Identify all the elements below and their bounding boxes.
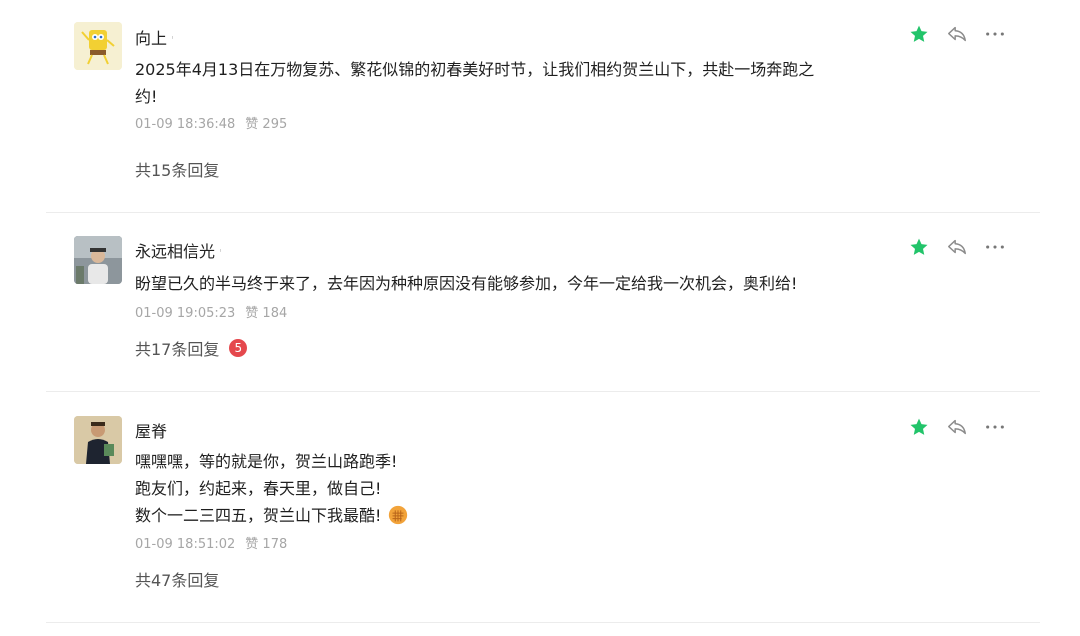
more-button[interactable] <box>982 21 1008 47</box>
comment-line: 跑友们，约起来，春天里，做自己! <box>135 479 382 498</box>
comment-line: 嘿嘿嘿，等的就是你，贺兰山路跑季! <box>135 452 398 471</box>
star-button[interactable] <box>906 21 932 47</box>
avatar[interactable] <box>74 22 122 70</box>
comment-line: 2025年4月13日在万物复苏、繁花似锦的初春美好时节，让我们相约贺兰山下，共赴… <box>135 60 815 79</box>
comment-meta: 01-09 18:51:02 赞 178 <box>135 533 287 552</box>
comment-content: 嘿嘿嘿，等的就是你，贺兰山路跑季! 跑友们，约起来，春天里，做自己! 数个一二三… <box>135 448 835 529</box>
comment-time: 01-09 18:51:02 <box>135 537 236 552</box>
reply-button[interactable] <box>944 234 970 260</box>
user-name[interactable]: 屋脊 <box>135 418 167 442</box>
like-count[interactable]: 赞 295 <box>245 117 287 132</box>
reply-count-text: 共47条回复 <box>135 571 220 590</box>
reply-arrow-icon <box>948 26 966 42</box>
more-button[interactable] <box>982 414 1008 440</box>
user-name-text: 向上 <box>135 29 168 48</box>
figure-avatar-icon <box>74 416 122 464</box>
user-mark-icon: ' <box>219 247 223 260</box>
user-mark-icon: ' <box>171 34 175 47</box>
reply-count-link[interactable]: 共47条回复 <box>135 567 219 591</box>
more-dots-icon <box>986 245 1004 249</box>
star-icon <box>910 418 928 435</box>
reply-button[interactable] <box>944 414 970 440</box>
reply-count-link[interactable]: 共15条回复 <box>135 157 219 181</box>
user-name-text: 永远相信光 <box>135 242 216 261</box>
comment-line: 数个一二三四五，贺兰山下我最酷! <box>135 502 835 529</box>
user-name[interactable]: 向上 ' <box>135 25 174 49</box>
unread-badge: 5 <box>229 339 248 357</box>
avatar[interactable] <box>74 416 122 464</box>
more-dots-icon <box>986 425 1004 429</box>
like-count[interactable]: 赞 184 <box>245 306 287 321</box>
star-button[interactable] <box>906 414 932 440</box>
comment-actions <box>906 21 1020 47</box>
like-count[interactable]: 赞 178 <box>245 537 287 552</box>
photo-avatar-icon <box>74 236 122 284</box>
user-name[interactable]: 永远相信光 ' <box>135 238 222 262</box>
star-icon <box>910 238 928 255</box>
comment-time: 01-09 19:05:23 <box>135 306 236 321</box>
comment-line: 盼望已久的半马终于来了，去年因为种种原因没有能够参加，今年一定给我一次机会，奥利… <box>135 274 798 293</box>
divider <box>46 622 1040 623</box>
reply-count-link[interactable]: 共17条回复 5 <box>135 336 248 360</box>
reply-count-text: 共15条回复 <box>135 161 220 180</box>
comment-meta: 01-09 19:05:23 赞 184 <box>135 302 287 321</box>
comment-time: 01-09 18:36:48 <box>135 117 236 132</box>
reply-arrow-icon <box>948 419 966 435</box>
star-icon <box>910 25 928 42</box>
divider <box>46 391 1040 392</box>
user-name-text: 屋脊 <box>135 422 168 441</box>
comment-content: 盼望已久的半马终于来了，去年因为种种原因没有能够参加，今年一定给我一次机会，奥利… <box>135 270 835 297</box>
fist-emoji-icon <box>389 505 408 525</box>
avatar[interactable] <box>74 236 122 284</box>
comment-content: 2025年4月13日在万物复苏、繁花似锦的初春美好时节，让我们相约贺兰山下，共赴… <box>135 56 835 110</box>
reply-button[interactable] <box>944 21 970 47</box>
star-button[interactable] <box>906 234 932 260</box>
comment-line: 约! <box>135 87 158 106</box>
comment-meta: 01-09 18:36:48 赞 295 <box>135 113 287 132</box>
comment-line-text: 数个一二三四五，贺兰山下我最酷! <box>135 506 382 525</box>
comment-actions <box>906 414 1020 440</box>
more-dots-icon <box>986 32 1004 36</box>
more-button[interactable] <box>982 234 1008 260</box>
reply-count-text: 共17条回复 <box>135 340 220 359</box>
reply-arrow-icon <box>948 239 966 255</box>
divider <box>46 212 1040 213</box>
comment-actions <box>906 234 1020 260</box>
spongebob-avatar-icon <box>74 22 122 70</box>
